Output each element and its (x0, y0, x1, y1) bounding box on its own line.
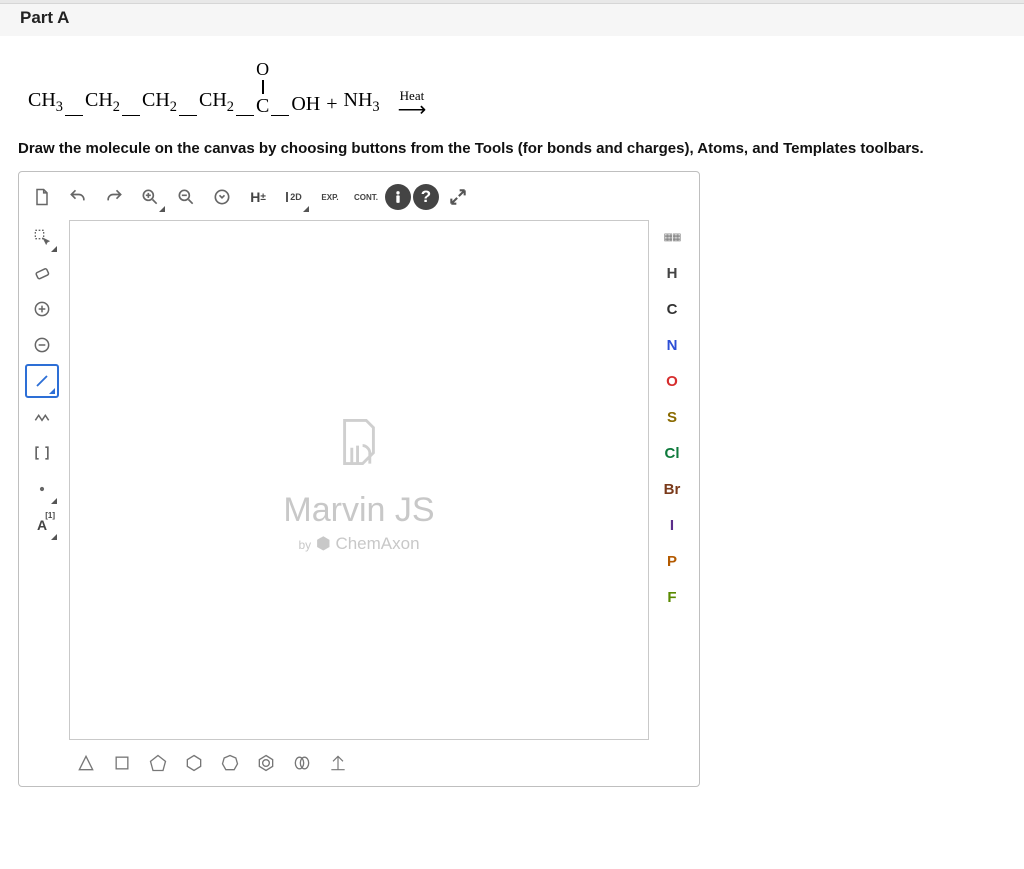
chain-bond-button[interactable] (25, 400, 59, 434)
drawing-canvas[interactable]: Marvin JS by ⬢ ChemAxon (69, 220, 649, 740)
zoom-in-button[interactable] (133, 180, 167, 214)
undo-button[interactable] (61, 180, 95, 214)
expand-button[interactable]: EXP. (313, 180, 347, 214)
template-cyclopropane-button[interactable] (69, 746, 103, 780)
clean-2d-button[interactable]: 2D (277, 180, 311, 214)
atom-h-button[interactable]: H (655, 256, 689, 290)
template-naphthalene-button[interactable] (285, 746, 319, 780)
info-button[interactable] (385, 184, 411, 210)
zoom-out-button[interactable] (169, 180, 203, 214)
atom-i-button[interactable]: I (655, 508, 689, 542)
single-bond-button[interactable] (25, 364, 59, 398)
new-document-button[interactable] (25, 180, 59, 214)
selection-tool-button[interactable] (25, 220, 59, 254)
template-benzene-button[interactable] (249, 746, 283, 780)
part-label: Part A (20, 8, 1004, 28)
charge-minus-button[interactable] (25, 328, 59, 362)
atom-n-button[interactable]: N (655, 328, 689, 362)
bracket-button[interactable] (25, 436, 59, 470)
template-cycloheptane-button[interactable] (213, 746, 247, 780)
eraser-button[interactable] (25, 256, 59, 290)
canvas-brand-sub: by ⬢ ChemAxon (298, 534, 419, 554)
help-button[interactable]: ? (413, 184, 439, 210)
atom-o-button[interactable]: O (655, 364, 689, 398)
atom-cl-button[interactable]: Cl (655, 436, 689, 470)
atom-p-button[interactable]: P (655, 544, 689, 578)
arrow-icon: ⟶ (398, 104, 427, 116)
reaction-equation: CH3 CH2 CH2 CH2 O C OH + NH3 Heat ⟶ (0, 36, 1024, 126)
template-cyclohexane-button[interactable] (177, 746, 211, 780)
canvas-brand-title: Marvin JS (283, 491, 434, 530)
template-cyclobutane-button[interactable] (105, 746, 139, 780)
contract-button[interactable]: CONT. (349, 180, 383, 214)
explicit-h-button[interactable]: H± (241, 180, 275, 214)
fullscreen-button[interactable] (441, 180, 475, 214)
chemaxon-logo-icon: ⬢ (316, 534, 331, 553)
atom-c-button[interactable]: C (655, 292, 689, 326)
marvin-logo-icon (323, 406, 395, 483)
radical-button[interactable] (25, 472, 59, 506)
charge-plus-button[interactable] (25, 292, 59, 326)
top-toolbar: H± 2D EXP. CONT. ? (25, 178, 693, 220)
atom-map-button[interactable]: A [1] (25, 508, 59, 542)
template-cyclopentane-button[interactable] (141, 746, 175, 780)
atom-br-button[interactable]: Br (655, 472, 689, 506)
redo-button[interactable] (97, 180, 131, 214)
periodic-table-button[interactable]: ▦▦ (655, 220, 689, 254)
atom-toolbar: ▦▦ H C N O S Cl Br I P F (655, 220, 693, 740)
template-more-button[interactable] (321, 746, 355, 780)
zoom-fit-button[interactable] (205, 180, 239, 214)
molecule-editor: H± 2D EXP. CONT. ? (18, 171, 700, 787)
atom-s-button[interactable]: S (655, 400, 689, 434)
atom-f-button[interactable]: F (655, 580, 689, 614)
left-toolbar: A [1] (25, 220, 63, 740)
template-toolbar (69, 740, 693, 780)
instruction-text: Draw the molecule on the canvas by choos… (0, 126, 1024, 171)
